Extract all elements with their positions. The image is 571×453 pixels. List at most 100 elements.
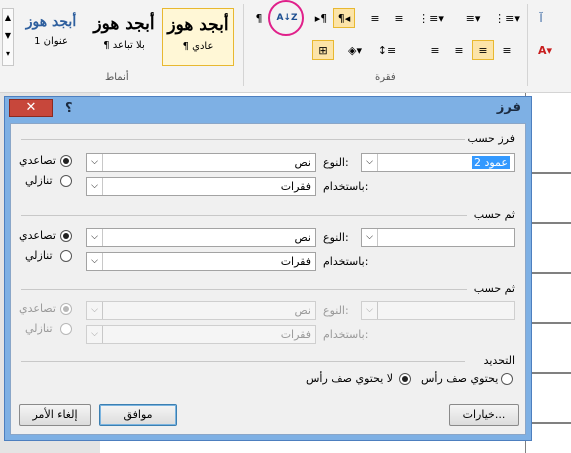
styles-gallery: ▲ ▼ ▾ أبجد هوز عنوان 1 أبجد هوز ¶ بلا تباع… [0, 4, 240, 66]
chevron-down-icon: ⌵ [362, 302, 378, 319]
font-color-button[interactable]: A▾ [534, 40, 556, 60]
style-preview: أبجد هوز [25, 14, 77, 30]
rtl-icon: ¶◂ [337, 11, 351, 25]
then-by-2-asc-label: تصاعدي [19, 302, 56, 315]
chevron-down-icon[interactable]: ⌵ [87, 253, 103, 270]
pilcrow-icon: ¶ [255, 11, 263, 25]
chevron-down-icon[interactable]: ⌵ [362, 229, 378, 246]
ltr-icon: ▸¶ [314, 11, 328, 25]
then-by-1-using-value: فقرات [280, 255, 311, 268]
ribbon: ▲ ▼ ▾ أبجد هوز عنوان 1 أبجد هوز ¶ بلا تباع… [0, 0, 571, 93]
then-by-2-field-combo: ⌵ [361, 301, 515, 320]
justify-icon: ≡ [430, 43, 440, 57]
sort-by-field-combo[interactable]: ⌵ عمود 2 [361, 153, 515, 172]
sort-by-field-value: عمود 2 [471, 156, 510, 169]
style-preview: أبجد هوز [93, 14, 155, 34]
then-by-2-type-combo: ⌵ نص [86, 301, 316, 320]
chevron-down-icon[interactable]: ⌵ [87, 229, 103, 246]
then-by-1-asc-label: تصاعدي [19, 229, 56, 242]
then-by-2-using-combo: ⌵ فقرات [86, 325, 316, 344]
gallery-scroll[interactable]: ▲ ▼ ▾ [2, 8, 14, 66]
align-left-button[interactable]: ≡ [448, 40, 470, 60]
group-label-paragraph: فقرة [375, 72, 396, 83]
style-no-spacing[interactable]: أبجد هوز ¶ بلا تباعد [88, 8, 160, 66]
align-center-icon: ≡ [478, 43, 488, 57]
group-label-styles: أنماط [105, 72, 129, 83]
then-by-2-asc-radio [60, 303, 72, 315]
line-spacing-button[interactable]: ↕≡ [376, 40, 398, 60]
style-heading1[interactable]: أبجد هوز عنوان 1 [16, 8, 86, 66]
indent-icon: ≡ [370, 11, 380, 25]
style-name: ¶ عادي [182, 41, 214, 52]
sort-by-asc-label: تصاعدي [19, 154, 56, 167]
divider [21, 289, 467, 290]
sort-by-using-combo[interactable]: ⌵ فقرات [86, 177, 316, 196]
align-right-icon: ≡ [502, 43, 512, 57]
shading-button[interactable]: ◈▾ [344, 40, 366, 60]
bullets-icon: ⋮≡▾ [494, 11, 520, 25]
options-button[interactable]: خيارات... [449, 404, 519, 426]
increase-indent-button[interactable]: ≡ [364, 8, 386, 28]
show-formatting-button[interactable]: ¶ [248, 8, 270, 28]
dialog-client: فرز حسب ⌵ عمود 2 النوع: ⌵ نص باستخدام: ⌵… [10, 123, 526, 435]
style-name: ¶ بلا تباعد [103, 40, 145, 51]
divider [527, 4, 528, 86]
rtl-button[interactable]: ¶◂ [333, 8, 355, 28]
outdent-icon: ≡ [394, 11, 404, 25]
then-by-2-desc-radio [60, 323, 72, 335]
justify-button[interactable]: ≡ [424, 40, 446, 60]
multilevel-list-icon: ⋮≡▾ [418, 11, 444, 25]
sort-by-desc-label: تنازلي [25, 174, 53, 187]
multilevel-list-button[interactable]: ⋮≡▾ [418, 8, 444, 28]
then-by-1-field-combo[interactable]: ⌵ [361, 228, 515, 247]
then-by-1-desc-label: تنازلي [25, 249, 53, 262]
using-label: باستخدام: [323, 255, 369, 268]
sort-by-type-combo[interactable]: ⌵ نص [86, 153, 316, 172]
divider [21, 139, 465, 140]
borders-button[interactable]: ⊞ [312, 40, 334, 60]
type-label: النوع: [323, 231, 349, 244]
chevron-down-icon[interactable]: ⌵ [87, 178, 103, 195]
chevron-down-icon: ⌵ [87, 302, 103, 319]
align-right-button[interactable]: ≡ [496, 40, 518, 60]
paint-bucket-icon: ◈▾ [348, 43, 362, 57]
ltr-button[interactable]: ▸¶ [310, 8, 332, 28]
then-by-1-desc-radio[interactable] [60, 250, 72, 262]
no-header-label: لا يحتوي صف رأس [306, 372, 394, 385]
sort-dialog: ✕ ؟ فرز فرز حسب ⌵ عمود 2 النوع: ⌵ نص باس… [4, 96, 532, 441]
align-left-icon: ≡ [454, 43, 464, 57]
sort-by-using-value: فقرات [280, 180, 311, 193]
chevron-down-icon[interactable]: ⌵ [362, 154, 378, 171]
then-by-2-using-value: فقرات [280, 328, 311, 341]
bullets-button[interactable]: ⋮≡▾ [494, 8, 520, 28]
chevron-down-icon[interactable]: ⌵ [87, 154, 103, 171]
using-label: باستخدام: [323, 328, 369, 341]
then-by-1-using-combo[interactable]: ⌵ فقرات [86, 252, 316, 271]
type-label: النوع: [323, 156, 349, 169]
font-style-button[interactable]: ﺁ [530, 8, 552, 28]
then-by-1-type-combo[interactable]: ⌵ نص [86, 228, 316, 247]
divider [21, 215, 467, 216]
style-preview: أبجد هوز [167, 15, 229, 35]
sort-by-desc-radio[interactable] [60, 175, 72, 187]
divider [21, 361, 465, 362]
align-center-button[interactable]: ≡ [472, 40, 494, 60]
text-effects-icon: ﺁ [539, 11, 543, 25]
no-header-radio[interactable] [399, 373, 411, 385]
ok-button[interactable]: موافق [99, 404, 177, 426]
has-header-radio[interactable] [501, 373, 513, 385]
then-by-1-type-value: نص [294, 231, 311, 244]
then-by-2-type-value: نص [294, 304, 311, 317]
dialog-titlebar: ✕ ؟ فرز [5, 97, 531, 121]
sort-by-asc-radio[interactable] [60, 155, 72, 167]
style-name: عنوان 1 [34, 36, 68, 47]
cancel-button[interactable]: إلغاء الأمر [19, 404, 91, 426]
then-by-1-asc-radio[interactable] [60, 230, 72, 242]
type-label: النوع: [323, 304, 349, 317]
close-button[interactable]: ✕ [9, 99, 53, 117]
numbering-button[interactable]: ≡▾ [462, 8, 484, 28]
border-icon: ⊞ [318, 43, 328, 57]
style-normal[interactable]: أبجد هوز ¶ عادي [162, 8, 234, 66]
decrease-indent-button[interactable]: ≡ [388, 8, 410, 28]
help-button[interactable]: ؟ [65, 101, 73, 116]
